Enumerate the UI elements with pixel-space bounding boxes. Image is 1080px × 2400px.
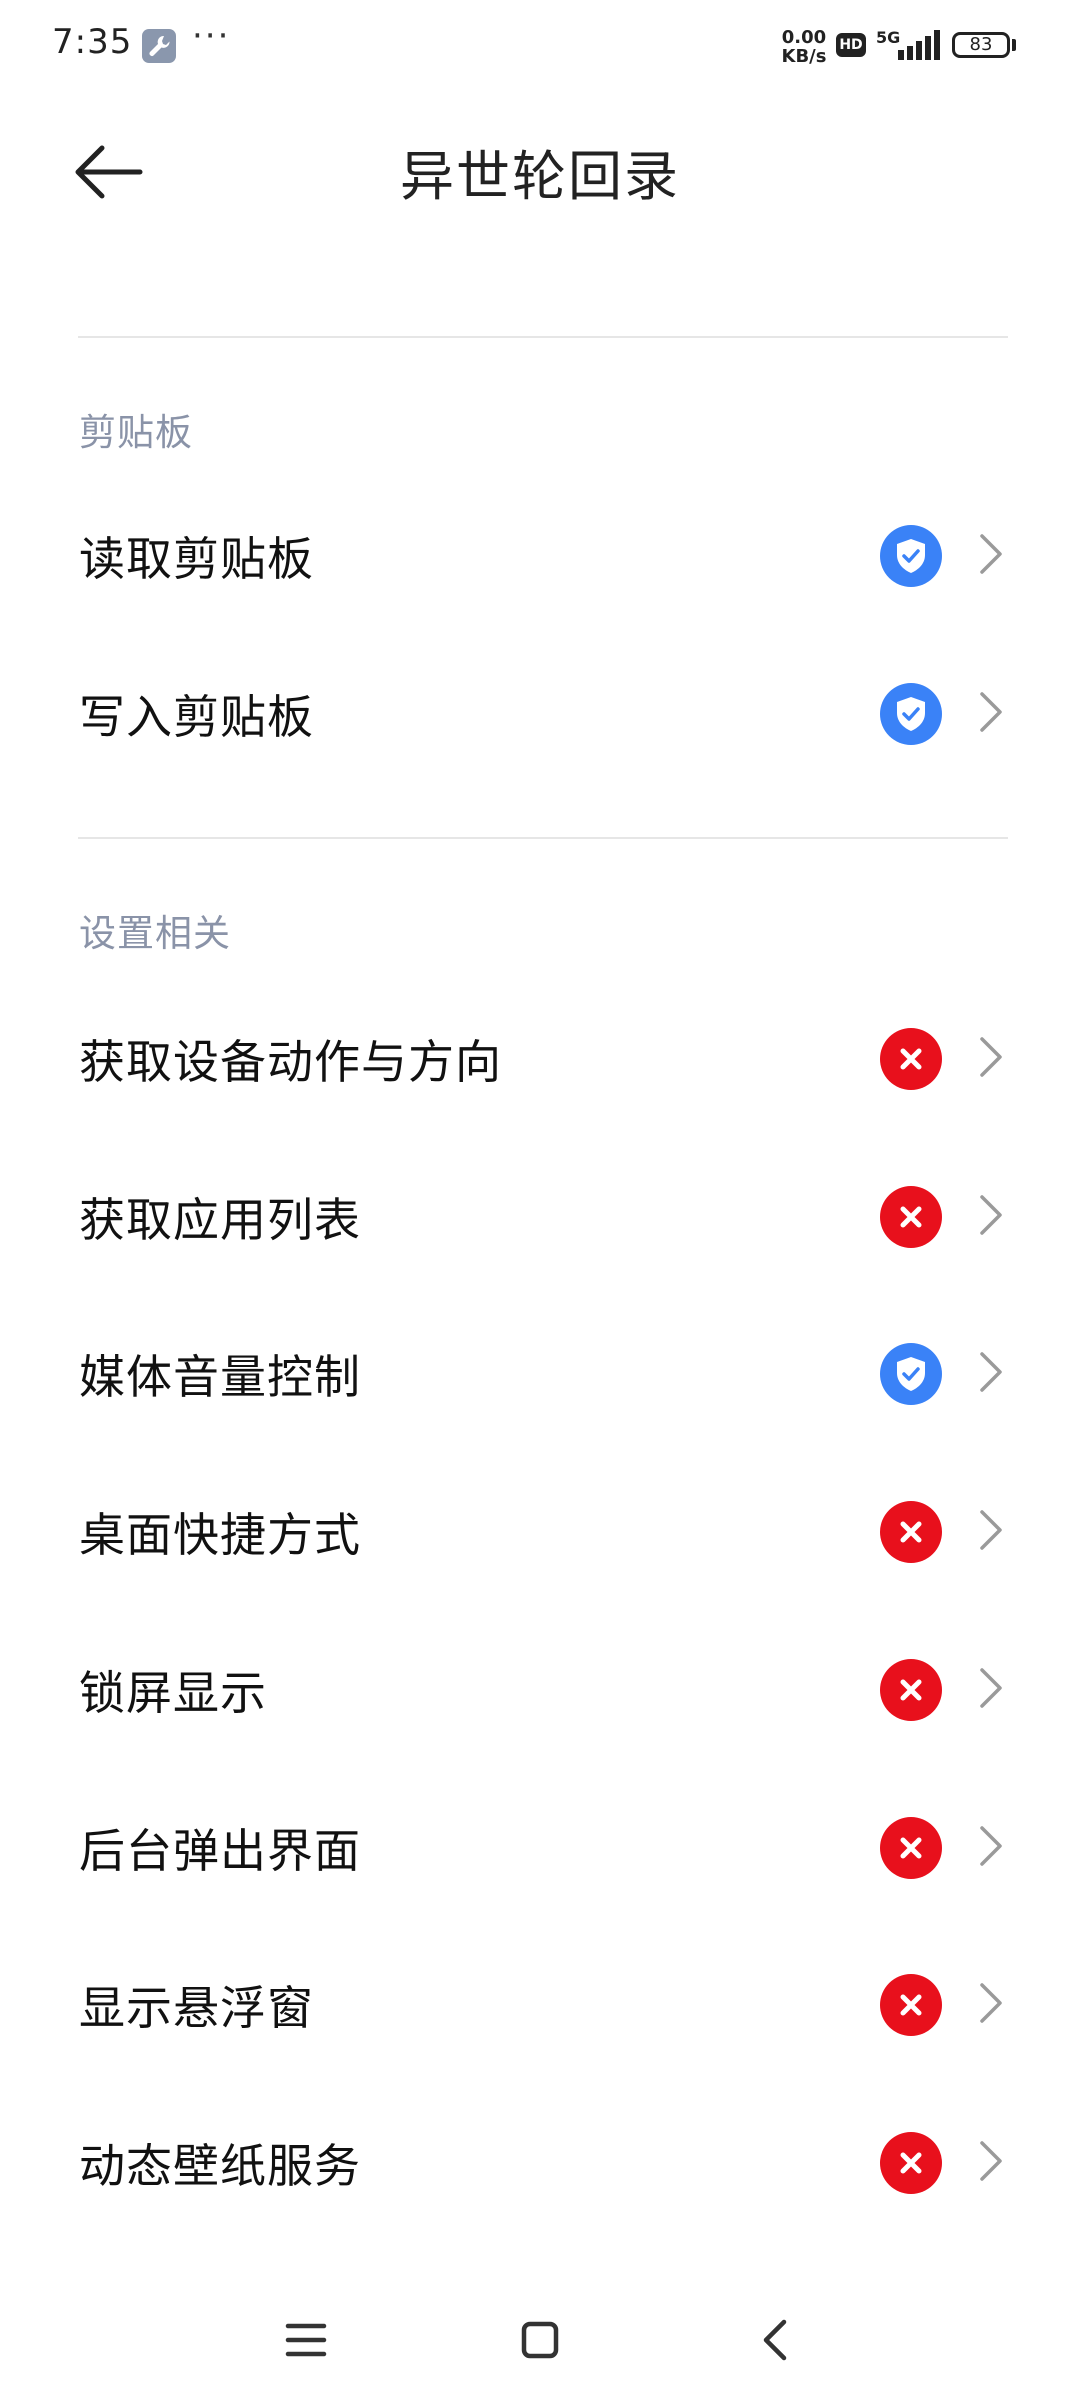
cross-icon: [880, 1186, 942, 1248]
section-title-clipboard: 剪贴板: [79, 411, 193, 454]
chevron-right-icon: [978, 1350, 1004, 1398]
header: 异世轮回录: [0, 92, 1080, 242]
permission-label: 获取应用列表: [79, 1193, 361, 1247]
cross-icon: [880, 1028, 942, 1090]
chevron-right-icon: [978, 1193, 1004, 1241]
permission-row-app-list[interactable]: 获取应用列表: [0, 1138, 1080, 1296]
cross-icon: [880, 2132, 942, 2194]
cross-icon: [880, 1974, 942, 2036]
recent-apps-button[interactable]: [266, 2300, 346, 2380]
cross-icon: [880, 1659, 942, 1721]
battery-icon: 83: [952, 32, 1010, 58]
section-divider: [78, 336, 1008, 338]
network-speed: 0.00 KB/s: [776, 28, 832, 66]
permission-row-background-popup[interactable]: 后台弹出界面: [0, 1769, 1080, 1927]
permission-label: 锁屏显示: [79, 1666, 267, 1720]
chevron-right-icon: [978, 1508, 1004, 1556]
system-nav-bar: [0, 2280, 1080, 2400]
status-time: 7:35: [52, 22, 133, 62]
signal-icon: [898, 30, 946, 64]
permission-label: 媒体音量控制: [79, 1350, 361, 1404]
chevron-right-icon: [978, 1824, 1004, 1872]
section-divider: [78, 837, 1008, 839]
network-type: 5G: [876, 28, 901, 47]
battery-tip: [1012, 39, 1016, 51]
cross-icon: [880, 1501, 942, 1563]
permission-row-read-clipboard[interactable]: 读取剪贴板: [0, 477, 1080, 635]
permission-label: 后台弹出界面: [79, 1824, 361, 1878]
back-chevron-icon: [763, 2319, 787, 2361]
status-bar: 7:35 ··· 0.00 KB/s HD 5G 83: [0, 0, 1080, 92]
shield-check-icon: [880, 683, 942, 745]
hd-badge: HD: [836, 33, 866, 57]
shield-check-icon: [880, 525, 942, 587]
permission-label: 动态壁纸服务: [79, 2139, 361, 2193]
chevron-right-icon: [978, 1666, 1004, 1714]
permission-label: 获取设备动作与方向: [79, 1035, 502, 1089]
network-speed-unit: KB/s: [781, 46, 827, 67]
chevron-right-icon: [978, 1035, 1004, 1083]
section-title-settings: 设置相关: [79, 912, 231, 955]
page-title: 异世轮回录: [400, 145, 680, 208]
more-notifications-icon: ···: [192, 16, 231, 56]
permission-label: 读取剪贴板: [79, 532, 314, 586]
back-nav-button[interactable]: [736, 2300, 816, 2380]
menu-icon: [285, 2323, 327, 2357]
cross-icon: [880, 1817, 942, 1879]
permission-row-floating-window[interactable]: 显示悬浮窗: [0, 1926, 1080, 2084]
permission-row-live-wallpaper[interactable]: 动态壁纸服务: [0, 2084, 1080, 2242]
permission-row-desktop-shortcut[interactable]: 桌面快捷方式: [0, 1453, 1080, 1611]
permission-row-device-motion[interactable]: 获取设备动作与方向: [0, 980, 1080, 1138]
chevron-right-icon: [978, 1981, 1004, 2029]
permission-row-write-clipboard[interactable]: 写入剪贴板: [0, 635, 1080, 793]
permission-row-media-volume[interactable]: 媒体音量控制: [0, 1295, 1080, 1453]
square-icon: [521, 2321, 559, 2359]
permission-label: 桌面快捷方式: [79, 1508, 361, 1562]
permission-label: 写入剪贴板: [79, 690, 314, 744]
permission-label: 显示悬浮窗: [79, 1981, 314, 2035]
shield-check-icon: [880, 1343, 942, 1405]
permission-row-lock-screen[interactable]: 锁屏显示: [0, 1611, 1080, 1769]
home-button[interactable]: [500, 2300, 580, 2380]
chevron-right-icon: [978, 532, 1004, 580]
chevron-right-icon: [978, 2139, 1004, 2187]
network-speed-value: 0.00: [781, 27, 827, 48]
wrench-icon: [142, 29, 176, 63]
chevron-right-icon: [978, 690, 1004, 738]
